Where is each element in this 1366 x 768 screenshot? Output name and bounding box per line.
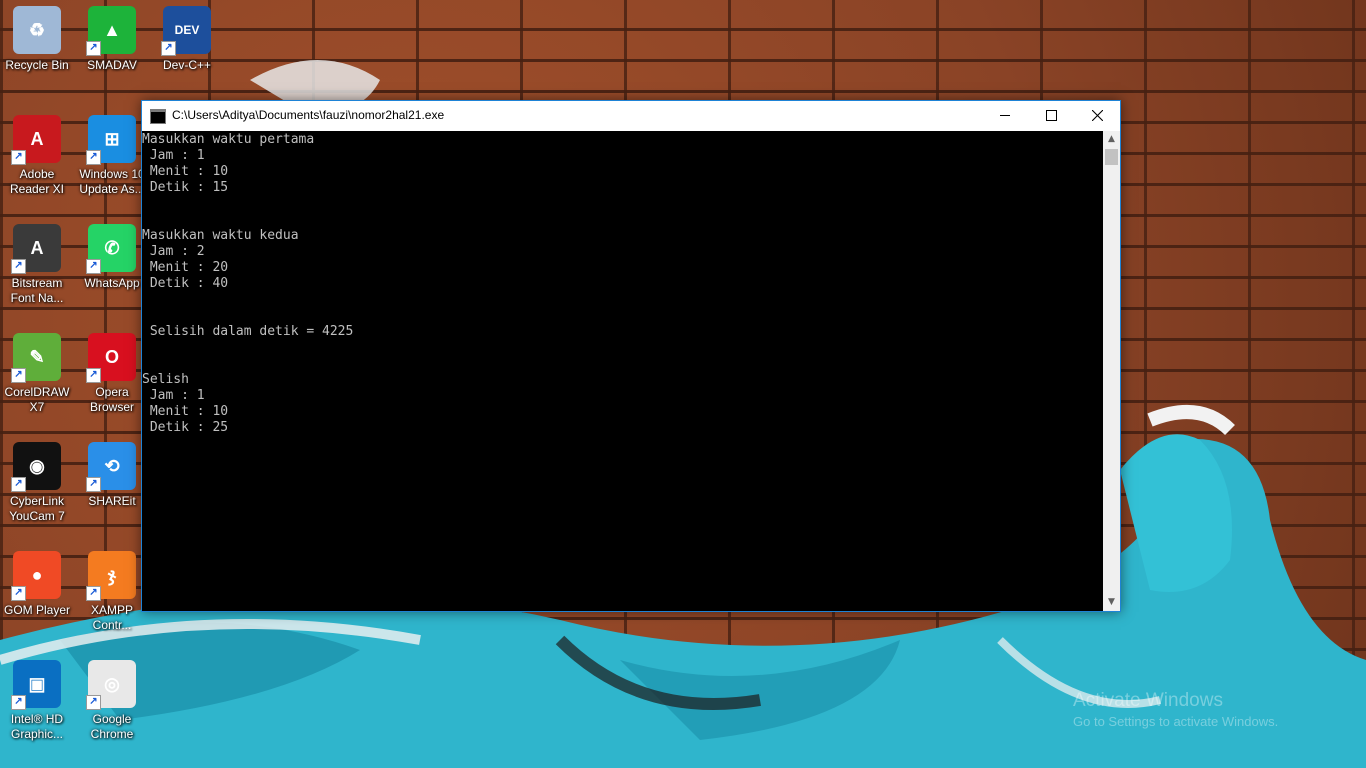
scrollbar-thumb[interactable] [1105, 149, 1118, 165]
desktop-icon-label: Google Chrome [90, 712, 134, 741]
windows-update-icon: ⊞ ↗ [86, 115, 136, 165]
shortcut-arrow-icon: ↗ [86, 150, 101, 165]
desktop-icon-label: SMADAV [87, 58, 137, 72]
desktop-icon-label: Intel® HD Graphic... [10, 712, 64, 741]
smadav-icon: ▲ ↗ [86, 6, 136, 56]
desktop-icon-label: XAMPP Contr... [90, 603, 133, 632]
scroll-down-arrow-icon[interactable]: ▼ [1103, 594, 1120, 611]
devcpp-icon: DEV ↗ [161, 6, 211, 56]
desktop-icon-coreldraw[interactable]: ✎ ↗ CorelDRAW X7 [0, 327, 74, 431]
desktop-icon-label: Opera Browser [89, 385, 134, 414]
desktop-icon-label: SHAREit [88, 494, 136, 508]
bitstream-font-icon: A ↗ [11, 224, 61, 274]
vertical-scrollbar[interactable]: ▲ ▼ [1103, 131, 1120, 611]
whatsapp-icon: ✆ ↗ [86, 224, 136, 274]
desktop-icon-label: CyberLink YouCam 7 [9, 494, 65, 523]
shortcut-arrow-icon: ↗ [86, 368, 101, 383]
opera-icon: O ↗ [86, 333, 136, 383]
desktop-icon-label: CorelDRAW X7 [4, 385, 70, 414]
desktop-icon-windows-update[interactable]: ⊞ ↗ Windows 10 Update As... [75, 109, 149, 213]
shortcut-arrow-icon: ↗ [11, 586, 26, 601]
minimize-icon [1000, 115, 1010, 116]
shortcut-arrow-icon: ↗ [86, 259, 101, 274]
desktop-icon-smadav[interactable]: ▲ ↗ SMADAV [75, 0, 149, 104]
close-icon [1091, 110, 1103, 121]
watermark-title: Activate Windows [1073, 690, 1223, 711]
desktop-icon-label: Recycle Bin [5, 58, 69, 72]
desktop-icon-gom-player[interactable]: ● ↗ GOM Player [0, 545, 74, 649]
desktop-icon-label: Dev-C++ [162, 58, 212, 72]
desktop-icon-shareit[interactable]: ⟲ ↗ SHAREit [75, 436, 149, 540]
recycle-bin-icon: ♻ [13, 6, 61, 54]
shortcut-arrow-icon: ↗ [86, 477, 101, 492]
shortcut-arrow-icon: ↗ [11, 477, 26, 492]
console-output: Masukkan waktu pertama Jam : 1 Menit : 1… [142, 132, 354, 435]
desktop-icon-label: Bitstream Font Na... [10, 276, 64, 305]
window-title: C:\Users\Aditya\Documents\fauzi\nomor2ha… [172, 108, 445, 122]
youcam-icon: ◉ ↗ [11, 442, 61, 492]
desktop-icon-label: WhatsApp [84, 276, 140, 290]
desktop-icon-label: Adobe Reader XI [9, 167, 65, 196]
shortcut-arrow-icon: ↗ [11, 150, 26, 165]
maximize-button[interactable] [1028, 101, 1074, 130]
maximize-icon [1045, 110, 1057, 121]
console-window[interactable]: C:\Users\Aditya\Documents\fauzi\nomor2ha… [141, 100, 1121, 612]
shortcut-arrow-icon: ↗ [86, 41, 101, 56]
desktop-icon-adobe-reader[interactable]: A ↗ Adobe Reader XI [0, 109, 74, 213]
console-output-area[interactable]: Masukkan waktu pertama Jam : 1 Menit : 1… [142, 131, 1103, 611]
window-titlebar[interactable]: C:\Users\Aditya\Documents\fauzi\nomor2ha… [142, 101, 1120, 130]
coreldraw-icon: ✎ ↗ [11, 333, 61, 383]
desktop-icon-label: Windows 10 Update As... [79, 167, 145, 196]
watermark-subtitle: Go to Settings to activate Windows. [1073, 714, 1279, 729]
shortcut-arrow-icon: ↗ [86, 586, 101, 601]
close-button[interactable] [1074, 101, 1120, 130]
adobe-reader-icon: A ↗ [11, 115, 61, 165]
shareit-icon: ⟲ ↗ [86, 442, 136, 492]
scroll-up-arrow-icon[interactable]: ▲ [1103, 131, 1120, 148]
desktop-icon-intel-graphics[interactable]: ▣ ↗ Intel® HD Graphic... [0, 654, 74, 758]
desktop-icon-devcpp[interactable]: DEV ↗ Dev-C++ [150, 0, 224, 104]
desktop-icon-chrome[interactable]: ◎ ↗ Google Chrome [75, 654, 149, 758]
minimize-button[interactable] [982, 101, 1028, 130]
shortcut-arrow-icon: ↗ [11, 368, 26, 383]
desktop-icon-bitstream-font[interactable]: A ↗ Bitstream Font Na... [0, 218, 74, 322]
shortcut-arrow-icon: ↗ [86, 695, 101, 710]
shortcut-arrow-icon: ↗ [11, 695, 26, 710]
desktop-icon-recycle-bin[interactable]: ♻ Recycle Bin [0, 0, 74, 104]
gom-player-icon: ● ↗ [11, 551, 61, 601]
desktop-icon-whatsapp[interactable]: ✆ ↗ WhatsApp [75, 218, 149, 322]
desktop-icon-opera[interactable]: O ↗ Opera Browser [75, 327, 149, 431]
shortcut-arrow-icon: ↗ [11, 259, 26, 274]
desktop-icon-label: GOM Player [3, 603, 70, 617]
chrome-icon: ◎ ↗ [86, 660, 136, 710]
xampp-icon: ჯ ↗ [86, 551, 136, 601]
desktop-icon-youcam[interactable]: ◉ ↗ CyberLink YouCam 7 [0, 436, 74, 540]
desktop-icon-xampp[interactable]: ჯ ↗ XAMPP Contr... [75, 545, 149, 649]
activate-windows-watermark: Activate Windows Go to Settings to activ… [1073, 690, 1278, 729]
console-app-icon[interactable] [150, 109, 166, 124]
shortcut-arrow-icon: ↗ [161, 41, 176, 56]
intel-graphics-icon: ▣ ↗ [11, 660, 61, 710]
